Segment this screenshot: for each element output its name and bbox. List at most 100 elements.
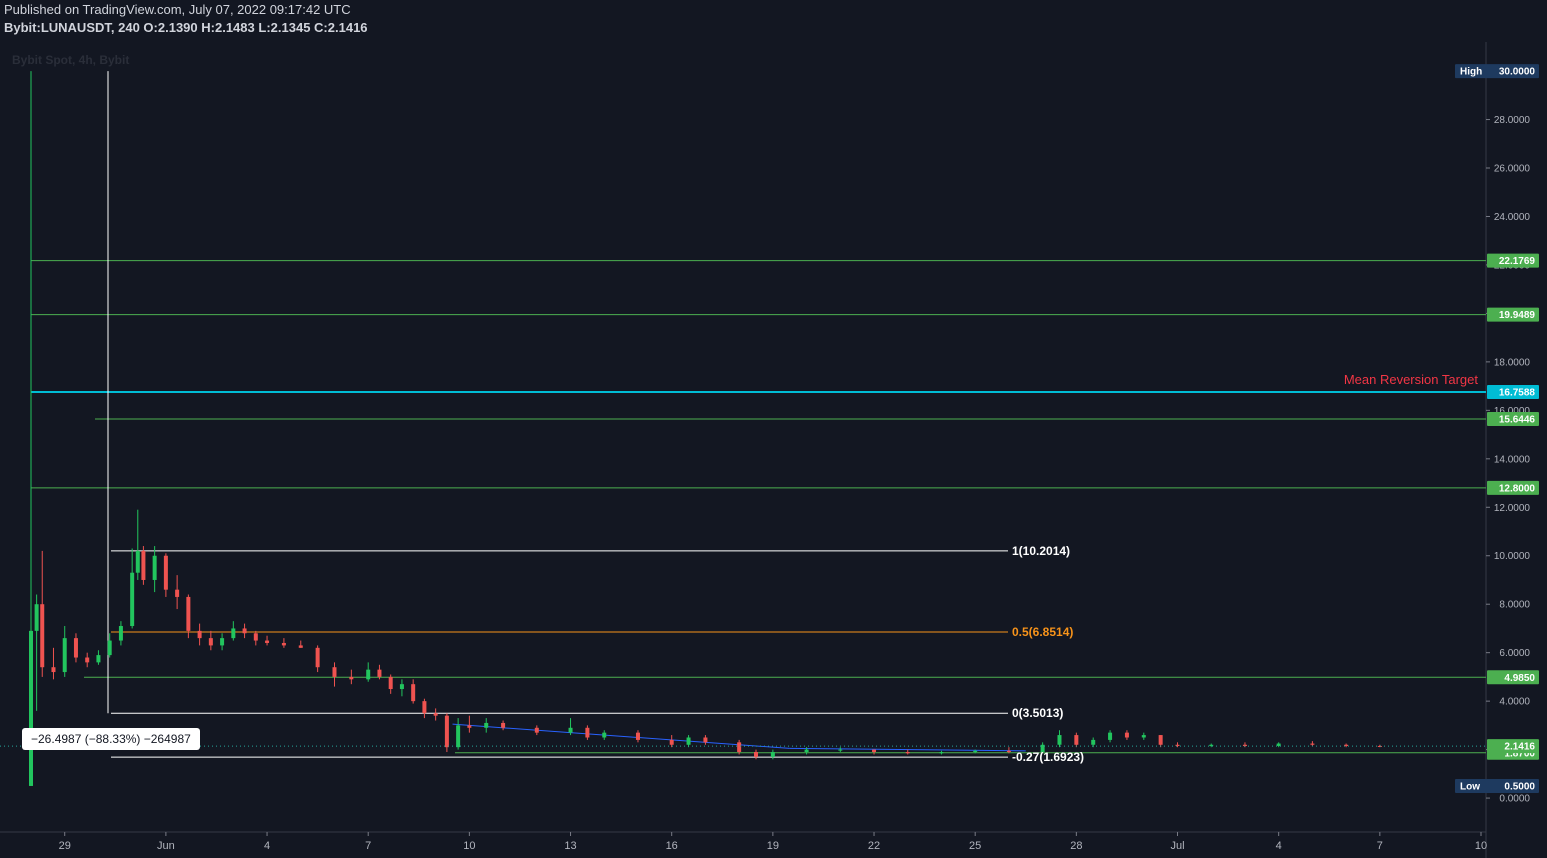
price-badge-label: 19.9489 <box>1499 310 1536 321</box>
candle-body <box>669 739 674 745</box>
price-tick-label: 26.0000 <box>1494 164 1531 175</box>
candle-body <box>872 749 877 753</box>
candle-body <box>737 742 742 753</box>
low-badge-value: 0.5000 <box>1504 781 1535 792</box>
candle-body <box>456 725 461 748</box>
candle-body <box>220 638 225 646</box>
price-tick-label: 24.0000 <box>1494 212 1531 223</box>
candle-body <box>1108 732 1113 740</box>
candle-body <box>62 638 67 673</box>
time-tick-label: 10 <box>463 840 475 852</box>
fib-level-label: -0.27(1.6923) <box>1012 750 1084 764</box>
time-tick-label: 16 <box>666 840 678 852</box>
time-tick-label: 13 <box>564 840 576 852</box>
price-chart[interactable]: 0.00002.00004.00006.00008.000010.000012.… <box>0 0 1547 858</box>
candle-body <box>1124 732 1129 738</box>
price-tick-label: 28.0000 <box>1494 115 1531 126</box>
candle-body <box>838 749 843 751</box>
price-tick-label: 8.0000 <box>1499 600 1530 611</box>
time-tick-label: 7 <box>365 840 371 852</box>
price-badge-label: 4.9850 <box>1504 673 1535 684</box>
candle-body <box>905 752 910 754</box>
candle-body <box>152 555 157 580</box>
candle-body <box>1158 735 1163 745</box>
candle-body <box>242 628 247 634</box>
pane-label: Bybit Spot, 4h, Bybit <box>12 53 130 67</box>
candle-body <box>1377 745 1382 747</box>
high-badge-label: High <box>1460 67 1482 78</box>
time-tick-label: Jul <box>1170 840 1184 852</box>
candle-body <box>585 727 590 738</box>
candle-body <box>231 628 236 639</box>
time-tick-label: 29 <box>59 840 71 852</box>
candle-body <box>315 647 320 668</box>
high-badge-value: 30.0000 <box>1499 67 1536 78</box>
time-tick-label: 7 <box>1377 840 1383 852</box>
price-tick-label: 0.0000 <box>1499 794 1530 805</box>
candle-body <box>175 589 180 597</box>
candle-body <box>29 630 33 786</box>
candle-body <box>804 749 809 753</box>
candle-body <box>253 633 258 641</box>
candle-body <box>602 732 607 738</box>
low-badge-label: Low <box>1460 781 1480 792</box>
time-tick-label: 10 <box>1475 840 1487 852</box>
time-tick-label: Jun <box>157 840 175 852</box>
candle-body <box>281 642 286 646</box>
candle-body <box>141 550 146 580</box>
fib-level-label: 0.5(6.8514) <box>1012 625 1073 639</box>
fib-level-label: 1(10.2014) <box>1012 544 1070 558</box>
time-tick-label: 25 <box>969 840 981 852</box>
candle-body <box>388 676 393 690</box>
candle-body <box>770 752 775 757</box>
time-tick-label: 22 <box>868 840 880 852</box>
candle-body <box>444 715 449 748</box>
candle-body <box>501 722 506 728</box>
candle-body <box>467 725 472 728</box>
candle-body <box>265 640 270 643</box>
candle-body <box>754 752 758 757</box>
candle-body <box>1074 735 1079 745</box>
price-tick-label: 12.0000 <box>1494 503 1531 514</box>
candle-body <box>1057 735 1062 745</box>
candle-body <box>298 645 303 648</box>
candle-body <box>411 684 416 702</box>
candle-body <box>40 604 45 668</box>
candle-body <box>433 713 438 716</box>
candle-body <box>1276 743 1281 746</box>
candle-body <box>534 727 539 733</box>
candle-body <box>332 667 337 677</box>
price-badge-label: 12.8000 <box>1499 483 1536 494</box>
price-tick-label: 10.0000 <box>1494 551 1531 562</box>
candle-body <box>377 669 382 677</box>
candle-body <box>130 572 135 627</box>
time-tick-label: 28 <box>1070 840 1082 852</box>
measure-tooltip: −26.4987 (−88.33%) −264987 <box>22 728 200 750</box>
time-tick-label: 4 <box>1276 840 1282 852</box>
price-badge-label: 22.1769 <box>1499 256 1536 267</box>
price-badge-label: 16.7588 <box>1499 387 1536 398</box>
candle-body <box>163 555 168 590</box>
candle-body <box>1091 739 1096 745</box>
time-tick-label: 4 <box>264 840 270 852</box>
candle-body <box>73 638 78 658</box>
candle-body <box>686 737 691 745</box>
candle-body <box>484 722 489 728</box>
candle-body <box>703 737 708 743</box>
candle-body <box>107 640 112 656</box>
price-badge-label: 15.6446 <box>1499 414 1536 425</box>
candle-body <box>34 604 39 631</box>
price-tick-label: 18.0000 <box>1494 357 1531 368</box>
price-tick-label: 6.0000 <box>1499 648 1530 659</box>
candle-body <box>96 655 101 663</box>
candle-body <box>568 727 573 733</box>
time-tick-label: 19 <box>767 840 779 852</box>
price-tick-label: 14.0000 <box>1494 454 1531 465</box>
price-tick-label: 4.0000 <box>1499 697 1530 708</box>
candle-body <box>208 638 213 646</box>
candle-body <box>135 550 140 573</box>
candle-body <box>422 701 427 714</box>
candle-body <box>939 752 944 754</box>
candle-body <box>1141 735 1146 738</box>
candle-body <box>399 684 404 690</box>
